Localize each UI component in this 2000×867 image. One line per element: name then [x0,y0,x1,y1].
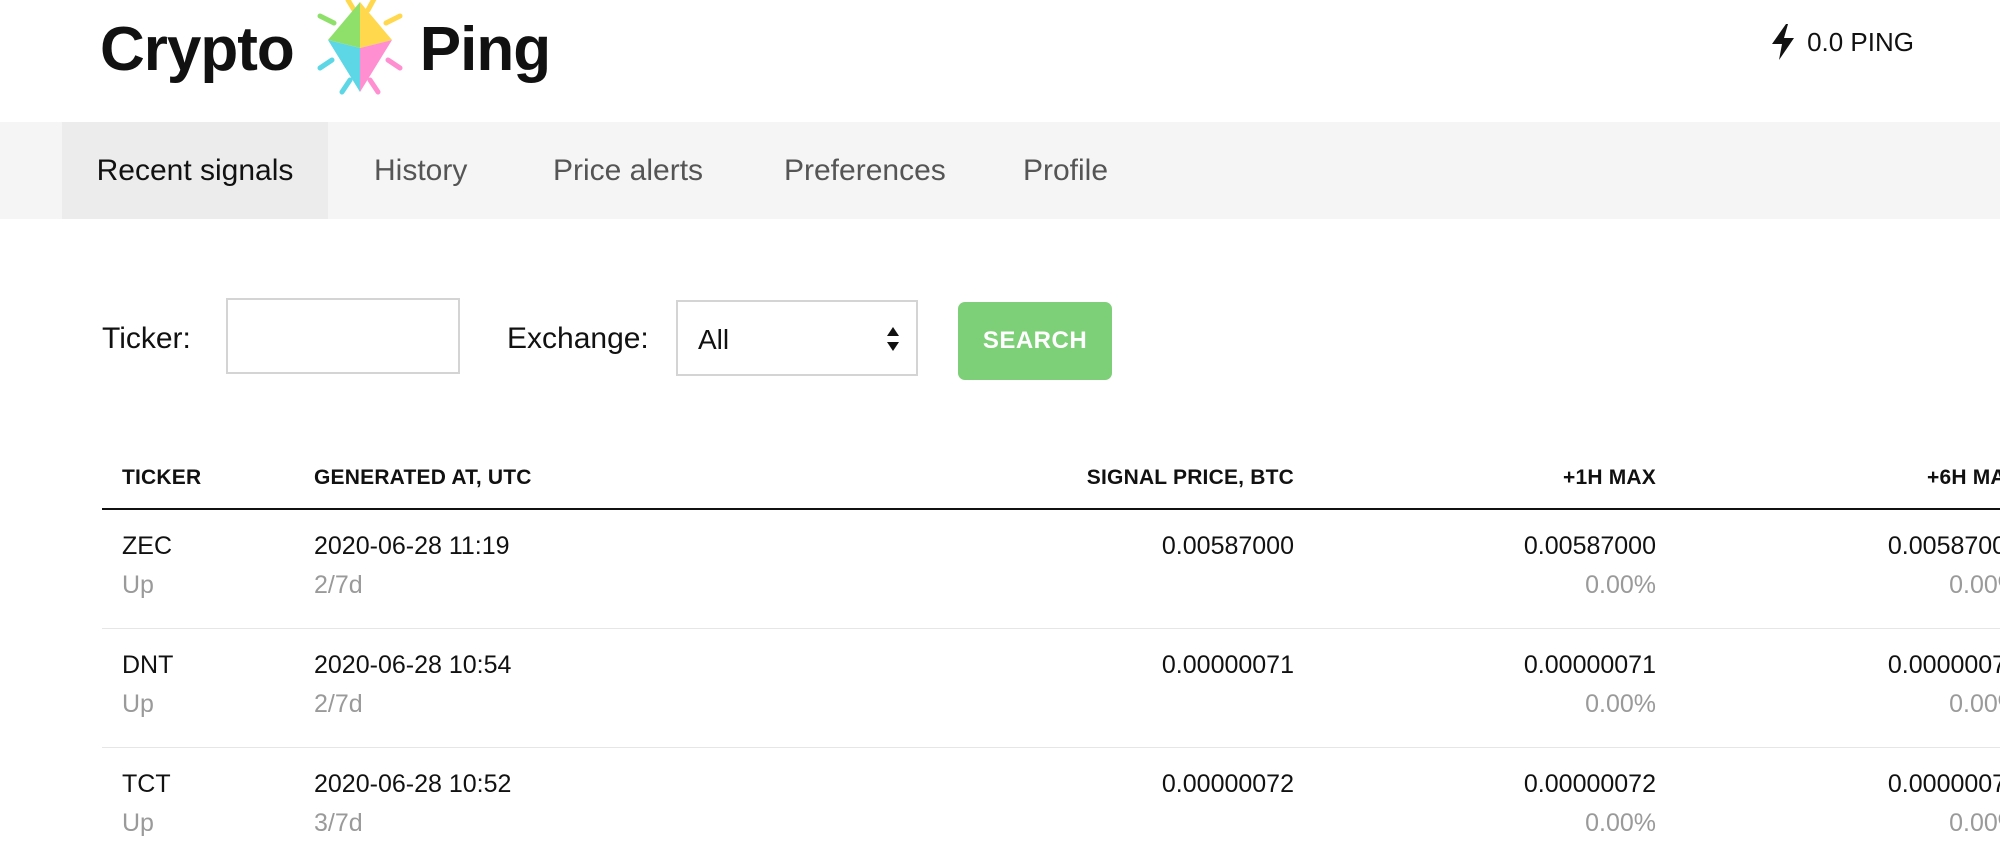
brand-ping-text: Ping [419,15,551,84]
direction-cell: Up [122,571,154,599]
max-1h-cell: 0.00587000 [1523,532,1656,560]
col-signal-price-header[interactable]: SIGNAL PRICE, BTC [1087,466,1294,490]
tab-recent-signals[interactable]: Recent signals [62,122,328,219]
filter-bar: Ticker: Exchange: All SEARCH [0,298,2000,380]
exchange-select[interactable]: All [676,300,918,376]
pct-6h-cell: 0.00% [1949,690,2000,718]
main-nav: Recent signals History Price alerts Pref… [0,122,2000,219]
search-button[interactable]: SEARCH [958,302,1112,380]
select-arrows-icon [887,327,899,351]
logo[interactable]: Crypto Ping [100,0,551,100]
ticker-cell[interactable]: DNT [122,651,173,680]
generated-cell: 2020-06-28 11:19 [314,532,510,560]
header: Crypto Ping 0.0 PING [0,0,2000,122]
col-generated-header[interactable]: GENERATED AT, UTC [314,466,532,490]
ticker-cell[interactable]: ZEC [122,532,172,561]
table-row[interactable]: DNT Up 2020-06-28 10:54 2/7d 0.00000071 … [102,629,2000,748]
pct-1h-cell: 0.00% [1585,571,1656,599]
ticker-label: Ticker: [102,322,191,355]
diamond-logo-icon [317,0,403,95]
ping-balance[interactable]: 0.0 PING [1769,24,1914,60]
exchange-label: Exchange: [507,322,649,355]
max-1h-cell: 0.00000071 [1523,651,1656,679]
direction-cell: Up [122,809,154,837]
pct-1h-cell: 0.00% [1585,809,1656,837]
brand-crypto-text: Crypto [100,15,295,84]
signal-price-cell: 0.00000071 [1161,651,1294,679]
signal-price-cell: 0.00587000 [1161,532,1294,560]
max-6h-cell: 0.00587000 [1887,532,2000,560]
ticker-input[interactable] [226,298,460,374]
col-6h-max-header[interactable]: +6H MAX [1927,466,2000,490]
col-1h-max-header[interactable]: +1H MAX [1563,466,1656,490]
ping-balance-text: 0.0 PING [1807,26,1914,57]
pct-1h-cell: 0.00% [1585,690,1656,718]
pct-6h-cell: 0.00% [1949,571,2000,599]
pct-6h-cell: 0.00% [1949,809,2000,837]
max-1h-cell: 0.00000072 [1523,770,1656,798]
table-header: TICKER GENERATED AT, UTC SIGNAL PRICE, B… [102,458,2000,510]
ticker-cell[interactable]: TCT [122,770,171,799]
max-6h-cell: 0.00000071 [1887,651,2000,679]
tab-profile[interactable]: Profile [1023,122,1108,219]
table-row[interactable]: TCT Up 2020-06-28 10:52 3/7d 0.00000072 … [102,748,2000,866]
lightning-bolt-icon [1772,24,1795,60]
direction-cell: Up [122,690,154,718]
tab-price-alerts[interactable]: Price alerts [553,122,703,219]
col-ticker-header[interactable]: TICKER [122,466,201,490]
exchange-selected-value: All [698,324,730,355]
signal-price-cell: 0.00000072 [1161,770,1294,798]
signal-count-cell: 3/7d [314,809,363,837]
signals-table: TICKER GENERATED AT, UTC SIGNAL PRICE, B… [102,458,2000,866]
signal-count-cell: 2/7d [314,571,363,599]
tab-history[interactable]: History [374,122,467,219]
max-6h-cell: 0.00000072 [1887,770,2000,798]
generated-cell: 2020-06-28 10:52 [314,770,512,798]
signal-count-cell: 2/7d [314,690,363,718]
table-row[interactable]: ZEC Up 2020-06-28 11:19 2/7d 0.00587000 … [102,510,2000,629]
generated-cell: 2020-06-28 10:54 [314,651,512,679]
tab-preferences[interactable]: Preferences [784,122,946,219]
